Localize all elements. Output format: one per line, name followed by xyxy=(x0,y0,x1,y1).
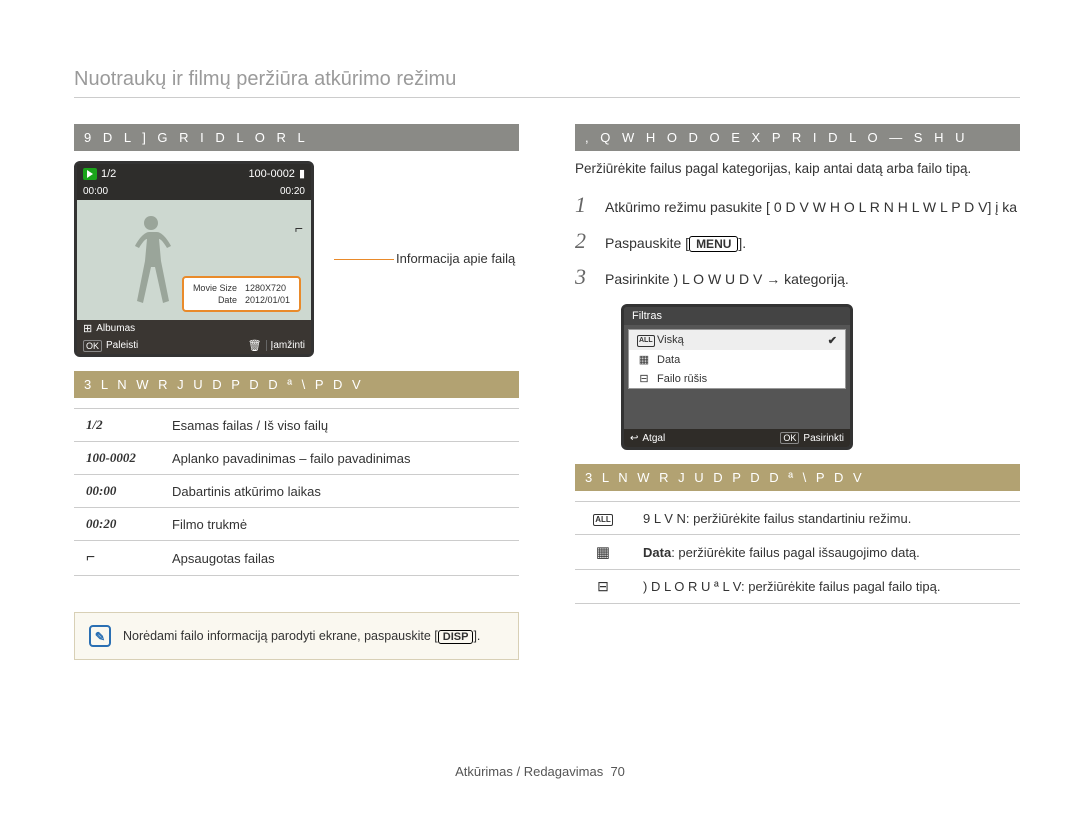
right-column: , Q W H O D O E X P R I D L O — S H U Pe… xyxy=(575,124,1020,660)
calendar-icon: ▦ xyxy=(637,353,651,366)
device-preview: ⌐ Movie Size 1280X720 Date 2012/01/01 xyxy=(77,200,311,320)
callout-leader xyxy=(334,259,394,260)
page-title: Nuotraukų ir filmų peržiūra atkūrimo rež… xyxy=(74,68,1020,98)
left-column: 9 D L ] G R I D L O R L 1/2 100-0002 ▮ 0… xyxy=(74,124,519,660)
lock-icon: ⌐ xyxy=(295,220,303,236)
device-screenshot-wrap: 1/2 100-0002 ▮ 00:00 00:20 ⌐ xyxy=(74,161,519,357)
table-row: ▦ Data: peržiūrėkite failus pagal išsaug… xyxy=(575,535,1020,570)
play-icon xyxy=(83,168,97,180)
right-desc-table: ALL 9 L V N: peržiūrėkite failus standar… xyxy=(575,501,1020,604)
step-2: Paspauskite [MENU]. xyxy=(575,228,1020,254)
cell-key: 00:20 xyxy=(74,508,160,541)
filter-option-date: ▦ Data xyxy=(629,350,845,369)
cell-val: Data: peržiūrėkite failus pagal išsaugoj… xyxy=(631,535,1020,570)
file-counter: 1/2 xyxy=(101,168,116,180)
calendar-icon: ▦ xyxy=(575,535,631,570)
filter-option-all: ALL Viską ✔ xyxy=(629,330,845,350)
table-row: 1/2Esamas failas / Iš viso failų xyxy=(74,409,519,442)
filter-option-type: ⊟ Failo rūšis xyxy=(629,369,845,388)
device-time-bar: 00:00 00:20 xyxy=(77,183,311,200)
table-row: 100-0002Aplanko pavadinimas – failo pava… xyxy=(74,442,519,475)
lock-icon: ⌐ xyxy=(74,541,160,576)
battery-icon: ▮ xyxy=(299,167,305,180)
file-id: 100-0002 xyxy=(248,168,295,180)
device-top-bar: 1/2 100-0002 ▮ xyxy=(77,164,311,183)
cell-key: 100-0002 xyxy=(74,442,160,475)
table-row: ALL 9 L V N: peržiūrėkite failus standar… xyxy=(575,502,1020,535)
cell-val: Filmo trukmė xyxy=(160,508,519,541)
all-icon: ALL xyxy=(637,333,651,347)
cell-val: ) D L O R U ª L V: peržiūrėkite failus p… xyxy=(631,570,1020,604)
info-size-value: 1280X720 xyxy=(242,283,293,293)
back-icon: ↩ xyxy=(630,433,638,444)
table-row: ⌐Apsaugotas failas xyxy=(74,541,519,576)
filter-panel: ALL Viską ✔ ▦ Data ⊟ Failo rūšis xyxy=(628,329,846,389)
info-date-value: 2012/01/01 xyxy=(242,295,293,305)
step-1: Atkūrimo režimu pasukite [ 0 D V W H O L… xyxy=(575,192,1020,218)
page-footer: Atkūrimas / Redagavimas 70 xyxy=(0,764,1080,779)
cell-key: 00:00 xyxy=(74,475,160,508)
total-duration: 00:20 xyxy=(280,186,305,197)
filter-label: Failo rūšis xyxy=(657,373,707,385)
table-row: 00:00Dabartinis atkūrimo laikas xyxy=(74,475,519,508)
steps-list: Atkūrimo režimu pasukite [ 0 D V W H O L… xyxy=(575,192,1020,290)
grid-icon: ⊞ xyxy=(83,322,92,335)
device-row-album: ⊞ Albumas xyxy=(77,320,311,337)
cell-val: Dabartinis atkūrimo laikas xyxy=(160,475,519,508)
table-row: 00:20Filmo trukmė xyxy=(74,508,519,541)
left-table-header: 3 L N W R J U D P D D ª \ P D V xyxy=(74,371,519,398)
filetype-icon: ⊟ xyxy=(637,372,651,385)
filter-screenshot: Filtras ALL Viską ✔ ▦ Data ⊟ Failo rūšis xyxy=(621,304,853,450)
back-label: Atgal xyxy=(642,433,665,444)
cell-val: Apsaugotas failas xyxy=(160,541,519,576)
play-label: Paleisti xyxy=(106,340,138,351)
ok-icon: OK xyxy=(83,340,102,352)
menu-button-label: MENU xyxy=(689,236,738,252)
right-section-header: , Q W H O D O E X P R I D L O — S H U xyxy=(575,124,1020,151)
note-box: ✎ Norėdami failo informaciją parodyti ek… xyxy=(74,612,519,660)
cell-val: Aplanko pavadinimas – failo pavadinimas xyxy=(160,442,519,475)
trash-icon: 🗑 xyxy=(248,339,262,352)
table-row: ⊟ ) D L O R U ª L V: peržiūrėkite failus… xyxy=(575,570,1020,604)
album-label: Albumas xyxy=(96,323,135,334)
filter-label: Data xyxy=(657,354,680,366)
filetype-icon: ⊟ xyxy=(575,570,631,604)
device-screenshot: 1/2 100-0002 ▮ 00:00 00:20 ⌐ xyxy=(74,161,314,357)
cell-key: 1/2 xyxy=(74,409,160,442)
all-icon: ALL xyxy=(575,502,631,535)
filter-footer: ↩ Atgal OK Pasirinkti xyxy=(624,429,850,447)
cell-val: Esamas failas / Iš viso failų xyxy=(160,409,519,442)
elapsed-time: 00:00 xyxy=(83,186,108,197)
select-label: Pasirinkti xyxy=(803,433,844,444)
device-row-actions: OK Paleisti 🗑 Įamžinti xyxy=(77,337,311,354)
filter-label: Viską xyxy=(657,334,684,346)
disp-button-label: DISP xyxy=(438,630,474,644)
info-date-label: Date xyxy=(190,295,240,305)
check-icon: ✔ xyxy=(828,334,837,347)
intro-text: Peržiūrėkite failus pagal kategorijas, k… xyxy=(575,161,1020,176)
left-section-header: 9 D L ] G R I D L O R L xyxy=(74,124,519,151)
info-size-label: Movie Size xyxy=(190,283,240,293)
silhouette-figure xyxy=(123,212,179,308)
filter-header: Filtras xyxy=(624,307,850,325)
step-3: Pasirinkite ) L O W U D V → kategoriją. xyxy=(575,264,1020,290)
note-text: Norėdami failo informaciją parodyti ekra… xyxy=(123,629,480,644)
callout-label: Informacija apie failą xyxy=(396,251,515,266)
file-info-box: Movie Size 1280X720 Date 2012/01/01 xyxy=(182,276,301,312)
cell-val: 9 L V N: peržiūrėkite failus standartini… xyxy=(631,502,1020,535)
right-table-header: 3 L N W R J U D P D D ª \ P D V xyxy=(575,464,1020,491)
left-desc-table: 1/2Esamas failas / Iš viso failų 100-000… xyxy=(74,408,519,576)
delete-label: Įamžinti xyxy=(266,340,305,351)
info-icon: ✎ xyxy=(89,625,111,647)
ok-icon: OK xyxy=(780,432,799,444)
